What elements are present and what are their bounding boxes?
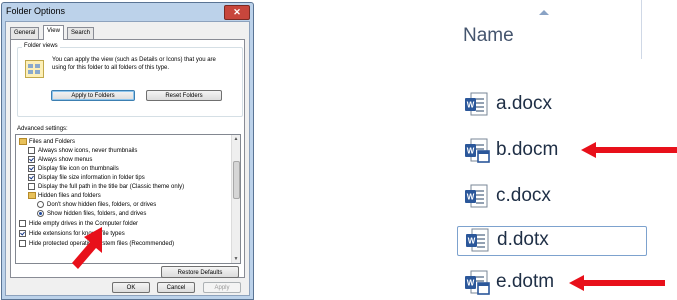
setting-display-full-path[interactable]: Display the full path in the title bar (… [28,183,184,191]
dialog-body: General View Search Folder views You can… [5,21,250,296]
sort-ascending-icon [539,10,549,15]
checkbox[interactable] [28,165,35,172]
tree-scrollbar[interactable]: ▲ ▼ [231,135,240,263]
reset-folders-button[interactable]: Reset Folders [146,90,222,101]
setting-always-show-icons[interactable]: Always show icons, never thumbnails [28,147,137,155]
red-arrow-icon [569,275,665,291]
radio-show-hidden[interactable]: Show hidden files, folders, and drives [37,210,146,218]
apply-to-folders-button[interactable]: Apply to Folders [51,90,135,101]
explorer-file-list: Name W a.docx W b.docm W c.docx W d.dotx… [445,0,677,300]
svg-text:W: W [467,279,475,288]
folder-views-icon [25,60,44,78]
view-tab-panel: Folder views You can apply the view (suc… [10,39,245,278]
checkbox[interactable] [19,220,26,227]
folder-views-group: Folder views You can apply the view (suc… [17,43,243,117]
file-item-d-dotx[interactable]: W d.dotx [457,226,647,256]
tab-view[interactable]: View [43,25,64,40]
folder-icon [28,192,36,199]
radio-button[interactable] [37,210,44,217]
word-document-icon: W [465,184,488,208]
restore-defaults-button[interactable]: Restore Defaults [161,266,239,278]
setting-display-file-icon[interactable]: Display file icon on thumbnails [28,165,119,173]
file-item-e-dotm[interactable]: W e.dotm [463,268,583,298]
svg-text:W: W [467,101,475,110]
file-item-c-docx[interactable]: W c.docx [463,182,583,212]
dialog-title: Folder Options [6,6,66,16]
svg-text:W: W [467,193,475,202]
tab-general[interactable]: General [10,27,40,39]
scroll-down-icon[interactable]: ▼ [232,255,240,263]
cancel-button[interactable]: Cancel [157,282,195,293]
setting-always-show-menus[interactable]: Always show menus [28,156,92,164]
red-arrow-icon [72,227,102,269]
file-name: c.docx [496,185,551,206]
folder-options-dialog: Folder Options ✕ General View Search Fol… [1,2,254,300]
folder-views-description: You can apply the view (such as Details … [52,57,216,71]
name-column-header[interactable]: Name [463,25,514,47]
advanced-settings-label: Advanced settings: [17,126,68,132]
word-macro-template-icon: W [465,270,490,295]
tab-search[interactable]: Search [67,27,95,39]
checkbox[interactable] [19,230,26,237]
tree-item-hidden-files[interactable]: Hidden files and folders [28,192,101,200]
word-document-icon: W [465,92,488,116]
file-item-a-docx[interactable]: W a.docx [463,90,583,120]
red-arrow-icon [581,142,677,158]
svg-text:W: W [467,147,475,156]
apply-button[interactable]: Apply [203,282,241,293]
folder-views-label: Folder views [22,43,60,49]
advanced-settings-tree[interactable]: Files and Folders Always show icons, nev… [15,134,241,264]
scroll-up-icon[interactable]: ▲ [232,135,240,143]
column-separator[interactable] [641,0,642,59]
svg-text:W: W [468,237,476,246]
ok-button[interactable]: OK [112,282,150,293]
file-name: e.dotm [496,271,555,292]
checkbox[interactable] [19,240,26,247]
folder-icon [19,138,27,145]
checkbox[interactable] [28,183,35,190]
radio-dont-show-hidden[interactable]: Don't show hidden files, folders, or dri… [37,201,156,209]
checkbox[interactable] [28,156,35,163]
tree-item-files-and-folders[interactable]: Files and Folders [19,138,75,146]
file-name: a.docx [496,93,552,114]
checkbox[interactable] [28,147,35,154]
word-template-icon: W [466,228,489,252]
file-name: d.dotx [497,229,549,250]
radio-button[interactable] [37,201,44,208]
word-macro-document-icon: W [465,138,490,163]
checkbox[interactable] [28,174,35,181]
file-name: b.docm [496,139,559,160]
file-item-b-docm[interactable]: W b.docm [463,136,583,166]
setting-display-file-size[interactable]: Display file size information in folder … [28,174,145,182]
close-button[interactable]: ✕ [224,5,250,20]
scrollbar-thumb[interactable] [233,161,240,199]
